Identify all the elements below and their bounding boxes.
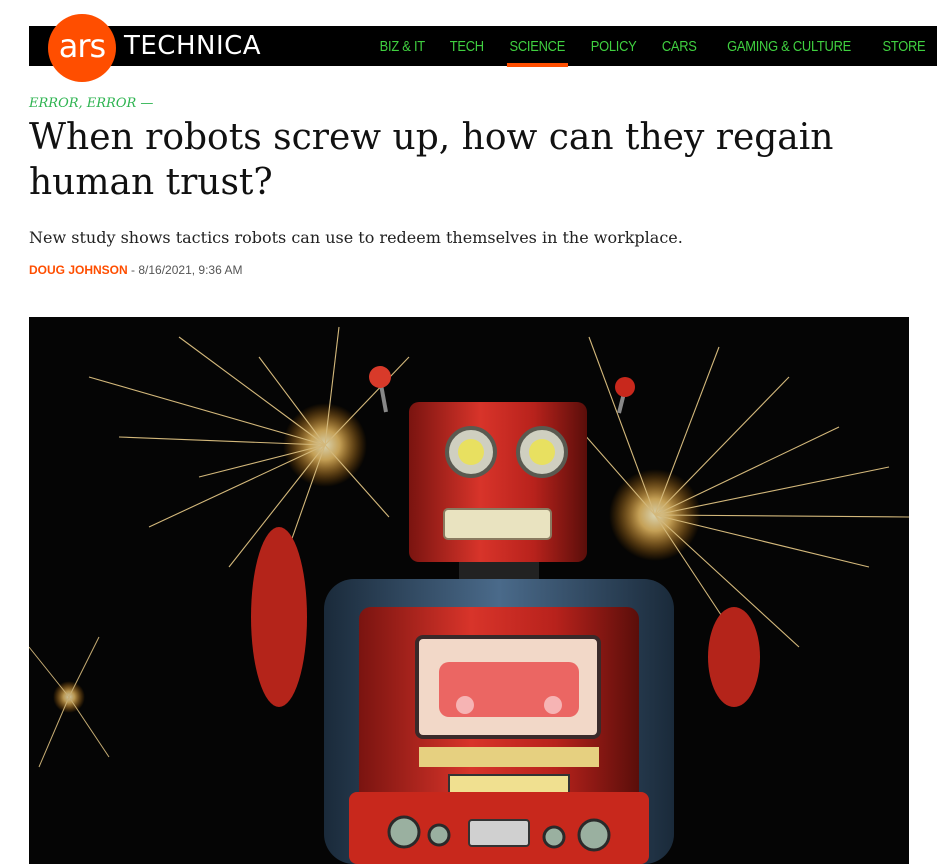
author-link[interactable]: DOUG JOHNSON [29, 263, 128, 277]
small-sparkler [29, 636, 110, 768]
ars-technica-logo[interactable]: ars [48, 14, 116, 82]
main-nav: BIZ & IT TECH SCIENCE POLICY CARS GAMING… [376, 26, 929, 67]
nav-science[interactable]: SCIENCE [506, 38, 567, 67]
article-dek: New study shows tactics robots can use t… [29, 228, 683, 247]
byline: DOUG JOHNSON - 8/16/2021, 9:36 AM [29, 263, 242, 277]
nav-gaming-culture[interactable]: GAMING & CULTURE [727, 38, 851, 55]
article-title: When robots screw up, how can they regai… [29, 117, 834, 203]
nav-policy[interactable]: POLICY [591, 38, 637, 55]
left-sparkler [88, 326, 410, 568]
logo-mark: ars [58, 27, 106, 65]
nav-cars[interactable]: CARS [661, 38, 696, 55]
site-header: ars TECHNICA BIZ & IT TECH SCIENCE POLIC… [29, 14, 937, 82]
article-kicker: ERROR, ERROR — [29, 96, 154, 111]
publish-date: - 8/16/2021, 9:36 AM [131, 263, 243, 277]
robot-illustration [29, 326, 909, 864]
nav-biz-it[interactable]: BIZ & IT [380, 38, 426, 55]
hero-image[interactable] [29, 317, 909, 864]
nav-store[interactable]: STORE [883, 38, 926, 55]
nav-tech[interactable]: TECH [450, 38, 484, 55]
logo-wordmark[interactable]: TECHNICA [124, 31, 261, 61]
